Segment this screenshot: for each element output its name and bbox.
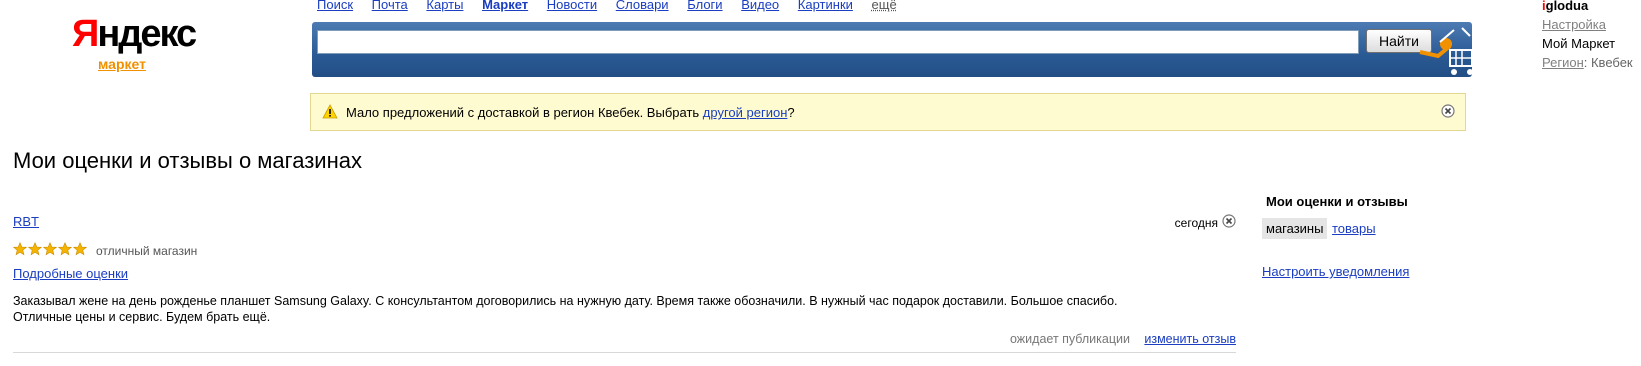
nav-search[interactable]: Поиск <box>317 0 353 12</box>
review-date: сегодня <box>1174 216 1218 230</box>
warning-icon <box>322 104 338 119</box>
shop-link[interactable]: RBT <box>13 214 39 229</box>
market-logo-link[interactable]: маркет <box>72 56 172 72</box>
yandex-market-logo[interactable]: Яндекс маркет <box>72 13 197 72</box>
rating-stars <box>13 242 87 256</box>
search-bar: Найти <box>312 22 1473 77</box>
rating-text: отличный магазин <box>96 244 198 258</box>
yandex-logo-text: Яндекс <box>72 13 197 55</box>
close-icon[interactable] <box>1441 104 1455 118</box>
my-market-link[interactable]: Мой Маркет <box>1542 36 1615 51</box>
notice-text-after: ? <box>787 105 795 120</box>
nav-dictionaries[interactable]: Словари <box>616 0 669 12</box>
notice-text: Мало предложений с доставкой в регион Кв… <box>346 105 795 120</box>
search-input[interactable] <box>317 30 1359 54</box>
configure-notifications-link[interactable]: Настроить уведомления <box>1262 264 1409 279</box>
username-rest: glodua <box>1545 0 1589 13</box>
notice-text-before: Мало предложений с доставкой в регион Кв… <box>346 105 703 120</box>
nav-market[interactable]: Маркет <box>482 0 528 12</box>
tab-shops[interactable]: магазины <box>1262 218 1328 239</box>
nav-mail[interactable]: Почта <box>372 0 408 12</box>
username-link[interactable]: iglodua <box>1542 0 1633 15</box>
nav-blogs[interactable]: Блоги <box>687 0 722 12</box>
star-icon <box>13 242 27 256</box>
logo-rest: ндекс <box>97 13 197 55</box>
detailed-ratings-link[interactable]: Подробные оценки <box>13 266 128 281</box>
sidebar-title: Мои оценки и отзывы <box>1266 194 1408 209</box>
nav-images[interactable]: Картинки <box>798 0 853 12</box>
top-services-nav: Поиск Почта Карты Маркет Новости Словари… <box>317 0 912 12</box>
star-icon <box>73 242 87 256</box>
star-icon <box>28 242 42 256</box>
review-status: ожидает публикации <box>1010 332 1130 346</box>
review-divider <box>13 352 1236 353</box>
shopping-cart-icon <box>1419 27 1473 75</box>
region-notice: Мало предложений с доставкой в регион Кв… <box>310 93 1466 131</box>
user-panel: iglodua Настройка Мой Маркет Регион: Кве… <box>1542 0 1633 72</box>
nav-maps[interactable]: Карты <box>426 0 463 12</box>
settings-link[interactable]: Настройка <box>1542 17 1606 32</box>
page-title: Мои оценки и отзывы о магазинах <box>13 148 362 173</box>
region-value: Квебек <box>1587 55 1633 70</box>
region-link[interactable]: Регион <box>1542 55 1584 70</box>
tab-products[interactable]: товары <box>1332 221 1376 236</box>
review-text: Заказывал жене на день рожденье планшет … <box>13 294 1118 324</box>
star-icon <box>43 242 57 256</box>
nav-more[interactable]: ещё <box>872 0 897 12</box>
nav-video[interactable]: Видео <box>741 0 779 12</box>
nav-news[interactable]: Новости <box>547 0 597 12</box>
star-icon <box>58 242 72 256</box>
logo-first-letter: Я <box>72 13 99 55</box>
other-region-link[interactable]: другой регион <box>703 105 788 120</box>
delete-review-icon[interactable] <box>1222 214 1236 228</box>
edit-review-link[interactable]: изменить отзыв <box>1144 332 1236 346</box>
